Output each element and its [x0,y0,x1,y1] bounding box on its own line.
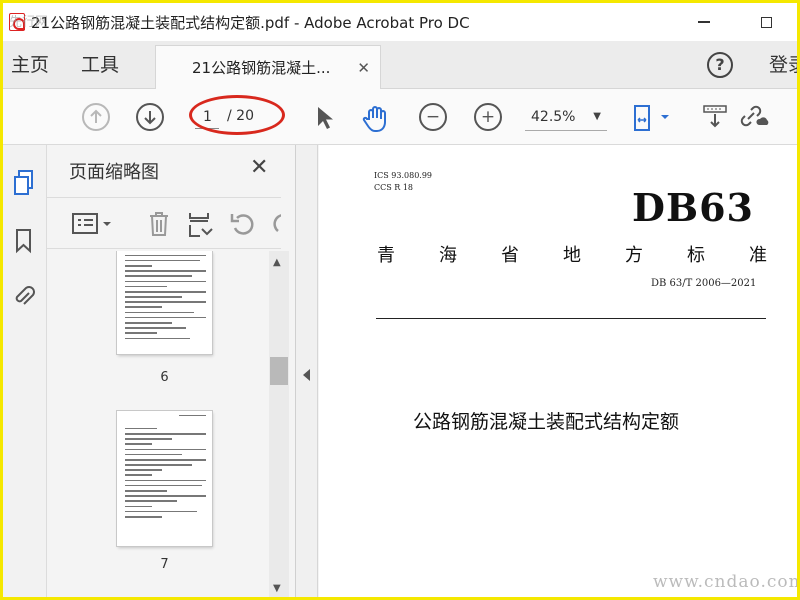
watermark-site: www.cndao.com [653,572,797,592]
window-controls [673,3,797,41]
watermark-top-left: 先行网 [9,15,49,30]
standard-number: DB 63/T 2006—2021 [651,278,757,289]
document-title: 公路钢筋混凝土装配式结构定额 [413,411,680,433]
panel-title: 页面缩略图 [69,162,159,183]
thumbnail-list: 6 7 [47,251,296,597]
options-menu-icon[interactable] [71,212,115,240]
insert-page-icon[interactable] [187,210,213,242]
document-page: ICS 93.080.99 CCS R 18 DB63 青 海 省 地 方 标 … [319,145,797,597]
tab-document-label: 21公路钢筋混凝土... [192,59,331,77]
maximize-button[interactable] [735,3,797,41]
category-char: 海 [439,245,457,266]
panel-toolbar [47,197,281,249]
select-cursor-icon[interactable] [309,103,337,131]
tab-tools[interactable]: 工具 [81,41,119,89]
page-thumbnails-icon[interactable] [13,169,35,195]
rotate-right-icon[interactable] [269,210,281,238]
hand-tool-icon[interactable] [361,103,389,132]
page-total: / 20 [227,108,254,124]
standard-category: 青 海 省 地 方 标 准 [377,241,767,267]
category-char: 省 [501,245,519,266]
login-link[interactable]: 登录 [769,41,797,89]
ics-code: ICS 93.080.99 [374,171,433,180]
rotate-left-icon[interactable] [229,210,257,242]
close-panel-icon[interactable]: ✕ [250,155,268,180]
category-char: 地 [563,245,581,266]
trash-icon[interactable] [147,210,171,242]
attachments-icon[interactable] [13,283,35,309]
window-title: 21公路钢筋混凝土装配式结构定额.pdf - Adobe Acrobat Pro… [31,13,470,32]
page-navigator: / 20 [191,105,273,131]
title-bar: 21公路钢筋混凝土装配式结构定额.pdf - Adobe Acrobat Pro… [3,3,797,41]
ccs-code: CCS R 18 [374,183,414,192]
scroll-up-icon[interactable]: ▲ [273,257,281,268]
zoom-value: 42.5% [531,109,576,125]
bookmarks-icon[interactable] [13,227,35,254]
minimize-icon [698,21,710,23]
zoom-out-icon[interactable]: − [419,103,447,131]
left-rail [3,145,47,597]
thumbnail-panel: 页面缩略图 ✕ 6 7 ▲ ▼ [47,145,296,597]
category-char: 方 [625,245,643,266]
thumbnail-scrollbar[interactable]: ▲ ▼ [269,251,289,597]
next-page-icon[interactable] [136,103,164,131]
thumbnail-page-7[interactable] [117,411,212,546]
zoom-select[interactable]: 42.5% ▼ [525,105,607,131]
category-char: 标 [687,245,705,266]
help-icon[interactable]: ? [707,52,733,78]
classification-codes: ICS 93.080.99 CCS R 18 [374,170,432,194]
standard-code: DB63 [632,185,754,230]
category-char: 青 [377,245,395,266]
panel-collapse-bar [296,145,318,597]
link-cloud-icon[interactable] [737,103,769,131]
previous-page-icon[interactable] [82,103,110,131]
toolbar: / 20 − + 42.5% ▼ [3,89,797,145]
current-page-input[interactable] [195,105,219,129]
maximize-icon [760,16,772,28]
tab-bar: 主页 工具 21公路钢筋混凝土... ✕ ? 登录 [3,41,797,89]
category-char: 准 [749,245,767,266]
zoom-in-icon[interactable]: + [474,103,502,131]
chevron-down-icon: ▼ [593,111,601,122]
app-window: 21公路钢筋混凝土装配式结构定额.pdf - Adobe Acrobat Pro… [3,3,797,597]
thumbnail-page-number: 6 [160,370,169,385]
collapse-panel-icon[interactable] [303,369,310,381]
scroll-thumb[interactable] [270,357,288,385]
thumbnail-page-number: 7 [160,557,169,572]
minimize-button[interactable] [673,3,735,41]
scroll-down-icon[interactable]: ▼ [273,583,281,594]
page-fit-icon[interactable] [631,103,669,131]
scroll-mode-icon[interactable] [701,103,729,131]
divider [376,318,766,319]
thumbnail-page-6[interactable] [117,251,212,354]
close-tab-icon[interactable]: ✕ [357,59,370,77]
tab-home[interactable]: 主页 [11,41,49,89]
tab-document[interactable]: 21公路钢筋混凝土... ✕ [155,45,381,89]
